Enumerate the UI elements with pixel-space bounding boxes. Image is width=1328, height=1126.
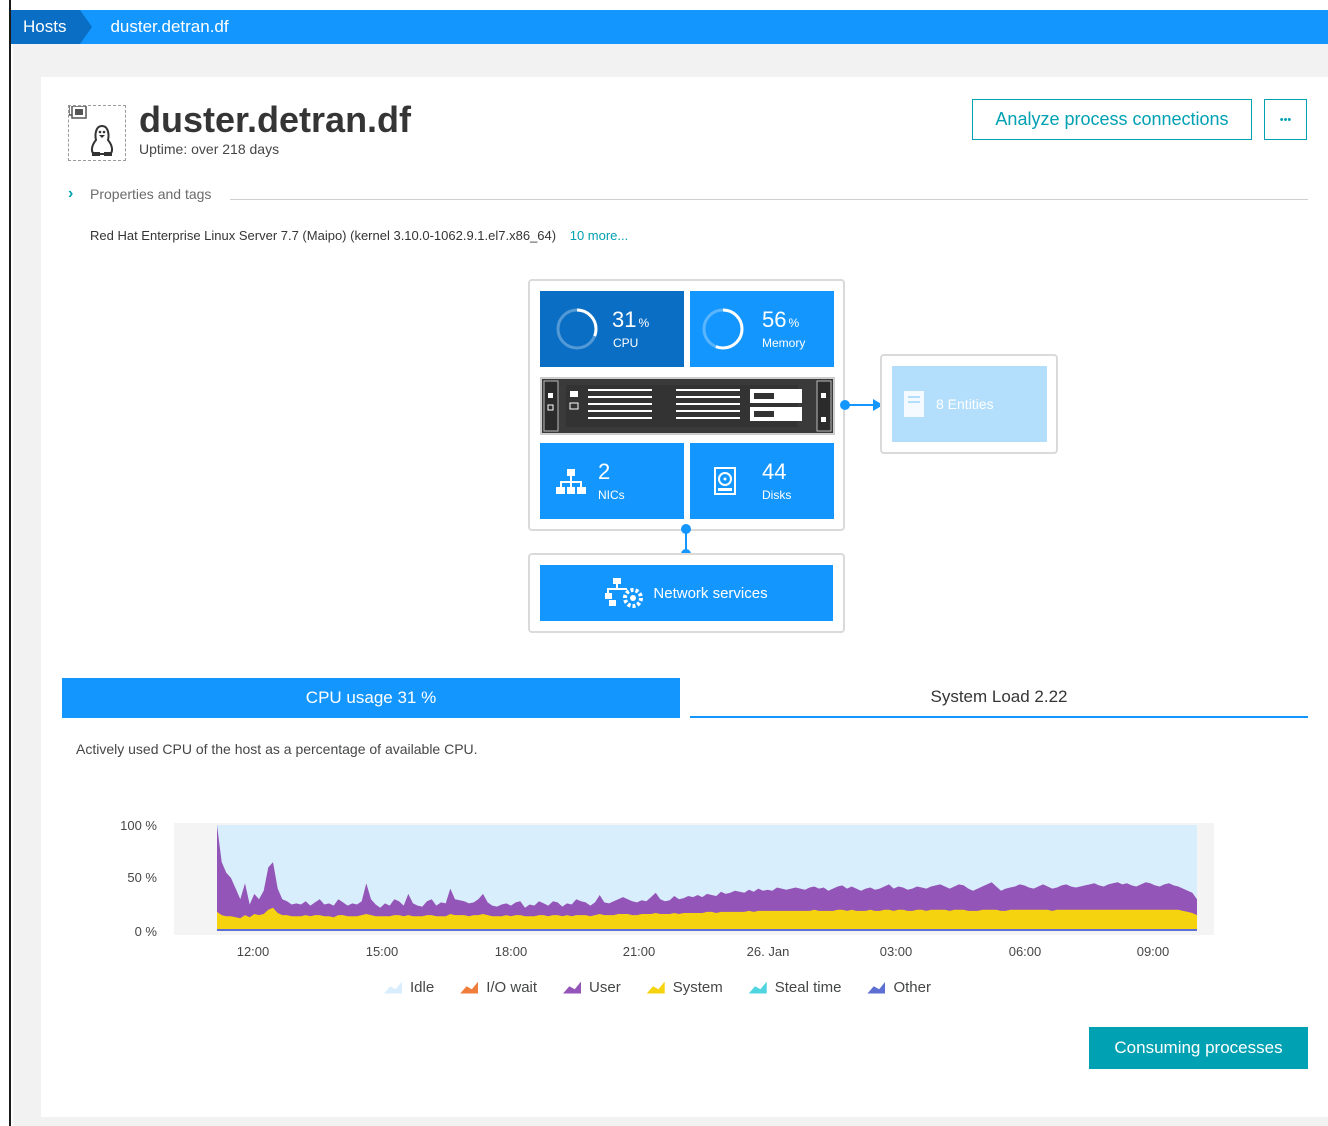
- disks-label: Disks: [762, 488, 792, 502]
- breadcrumb: Hosts duster.detran.df: [11, 0, 1328, 44]
- disks-tile[interactable]: 44 Disks: [690, 443, 834, 519]
- page-canvas: duster.detran.df Uptime: over 218 days A…: [13, 44, 1328, 1126]
- y-tick-0: 0 %: [134, 924, 157, 939]
- memory-tile[interactable]: 56% Memory: [690, 291, 834, 367]
- other-swatch-icon: [867, 981, 886, 994]
- server-rack-icon: [540, 377, 835, 435]
- x-tick: 15:00: [365, 944, 399, 959]
- network-services-tile[interactable]: Network services: [540, 565, 833, 621]
- legend-item-idle[interactable]: Idle: [384, 979, 434, 996]
- host-linux-icon: [68, 105, 126, 161]
- chart-description: Actively used CPU of the host as a perce…: [76, 741, 478, 757]
- os-info: Red Hat Enterprise Linux Server 7.7 (Mai…: [90, 228, 628, 243]
- document-icon: [904, 391, 924, 417]
- chart-legend: Idle I/O wait User System Steal time Oth…: [384, 979, 931, 996]
- legend-label: Other: [893, 979, 931, 996]
- properties-and-tags-toggle[interactable]: › Properties and tags: [68, 185, 1308, 205]
- cpu-unit: %: [638, 316, 650, 330]
- breadcrumb-current: duster.detran.df: [110, 17, 229, 36]
- disk-icon: [714, 467, 736, 495]
- io-wait-swatch-icon: [460, 981, 479, 994]
- legend-label: System: [672, 979, 723, 996]
- entities-label: 8 Entities: [936, 396, 994, 412]
- x-tick: 26. Jan: [746, 944, 790, 959]
- user-swatch-icon: [563, 981, 582, 994]
- uptime-text: Uptime: over 218 days: [139, 141, 280, 157]
- legend-item-other[interactable]: Other: [867, 979, 931, 996]
- divider: [230, 199, 1308, 200]
- legend-item-user[interactable]: User: [563, 979, 621, 996]
- page-title: duster.detran.df: [139, 99, 412, 140]
- x-tick: 18:00: [494, 944, 528, 959]
- cpu-label: CPU: [613, 336, 639, 350]
- steal-time-swatch-icon: [748, 981, 767, 994]
- os-text: Red Hat Enterprise Linux Server 7.7 (Mai…: [90, 228, 557, 243]
- network-services-panel: Network services: [528, 553, 845, 633]
- entities-tile[interactable]: 8 Entities: [892, 366, 1047, 442]
- x-tick: 06:00: [1008, 944, 1042, 959]
- breadcrumb-hosts[interactable]: Hosts: [11, 10, 94, 44]
- host-infrastructure-panel: 31% CPU 56% Memory 2 NICs 44 Disks: [528, 279, 845, 531]
- network-icon: [556, 469, 586, 494]
- y-tick-50: 50 %: [127, 870, 157, 885]
- legend-item-steal-time[interactable]: Steal time: [748, 979, 842, 996]
- cpu-usage-chart[interactable]: [174, 823, 1214, 935]
- more-actions-button[interactable]: •••: [1264, 99, 1307, 140]
- nics-tile[interactable]: 2 NICs: [540, 443, 684, 519]
- chevron-right-icon: ›: [68, 185, 74, 202]
- y-tick-100: 100 %: [120, 818, 157, 833]
- legend-label: I/O wait: [486, 979, 538, 996]
- idle-swatch-icon: [384, 981, 402, 994]
- memory-value: 56: [762, 307, 787, 332]
- disks-value: 44: [762, 459, 787, 484]
- x-tick: 03:00: [879, 944, 913, 959]
- legend-item-io-wait[interactable]: I/O wait: [460, 979, 537, 996]
- x-tick: 12:00: [236, 944, 270, 959]
- memory-label: Memory: [762, 336, 806, 350]
- legend-label: User: [589, 979, 621, 996]
- nics-label: NICs: [598, 488, 625, 502]
- more-properties-link[interactable]: 10 more...: [570, 228, 629, 243]
- other-area: [217, 929, 1197, 931]
- memory-gauge-icon: [702, 308, 744, 350]
- analyze-process-connections-button[interactable]: Analyze process connections: [972, 99, 1252, 140]
- x-tick: 21:00: [622, 944, 656, 959]
- properties-label: Properties and tags: [90, 186, 212, 202]
- system-swatch-icon: [646, 981, 665, 994]
- cpu-value: 31: [612, 307, 637, 332]
- connector-line: [845, 404, 875, 406]
- cpu-gauge-icon: [556, 308, 598, 350]
- legend-label: Steal time: [774, 979, 842, 996]
- connector-dot-top: [681, 524, 691, 534]
- consuming-processes-button[interactable]: Consuming processes: [1089, 1027, 1308, 1069]
- host-card: duster.detran.df Uptime: over 218 days A…: [41, 77, 1328, 1117]
- legend-label: Idle: [410, 979, 435, 996]
- tab-system-load[interactable]: System Load 2.22: [690, 678, 1308, 718]
- window-frame: [0, 0, 11, 1126]
- network-services-label: Network services: [653, 584, 768, 602]
- nics-value: 2: [598, 459, 611, 484]
- memory-unit: %: [788, 316, 800, 330]
- entities-panel: 8 Entities: [880, 354, 1058, 454]
- tab-cpu-usage[interactable]: CPU usage 31 %: [62, 678, 680, 718]
- network-services-icon: [605, 578, 644, 608]
- legend-item-system[interactable]: System: [646, 979, 723, 996]
- x-tick: 09:00: [1136, 944, 1170, 959]
- cpu-tile[interactable]: 31% CPU: [540, 291, 684, 367]
